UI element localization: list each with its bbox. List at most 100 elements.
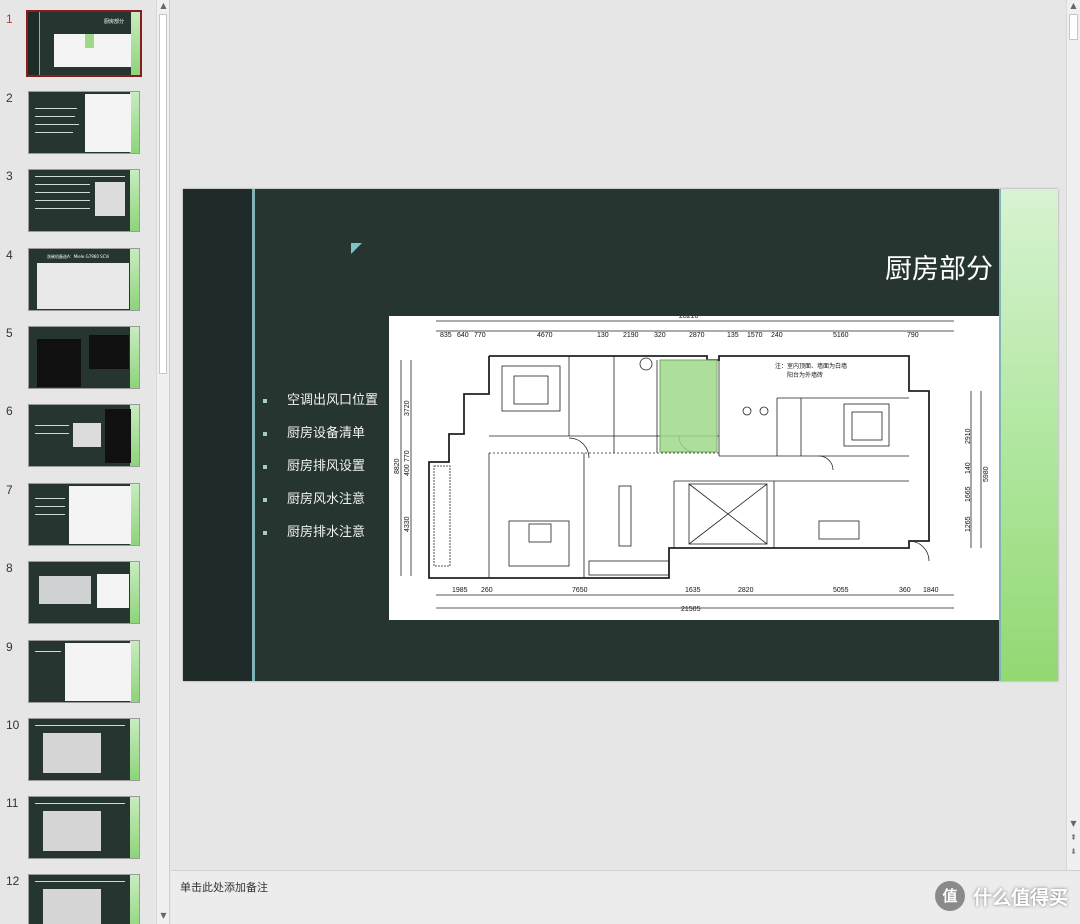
floor-plan-image[interactable]: 20210 835 640 770 4670 130 2190 320 2870… [389, 316, 999, 620]
slide-preview[interactable] [28, 796, 140, 859]
slide-preview[interactable] [28, 326, 140, 389]
bullet-item: 空调出风口位置 [261, 393, 378, 426]
slide-preview[interactable]: 洗碗机备选A：Miele G7960 SCVi [28, 248, 140, 311]
scrollbar-thumb[interactable] [1069, 14, 1078, 40]
current-slide[interactable]: 厨房部分 空调出风口位置 厨房设备清单 厨房排风设置 厨房风水注意 厨房排水注意 [183, 189, 1058, 681]
kitchen-highlight [659, 359, 718, 453]
dim-left-4: 4330 [404, 516, 411, 532]
next-slide-icon[interactable]: ⇟ [1067, 846, 1080, 858]
slide-preview[interactable] [28, 483, 140, 546]
slide-thumbnail-8[interactable]: 8 [0, 561, 155, 631]
dim-top-2: 640 [457, 332, 469, 339]
thumb-text-line [35, 725, 125, 726]
slide-number: 11 [6, 796, 19, 810]
thumb-text-line [35, 192, 90, 193]
thumb-image [95, 182, 125, 216]
thumb-text-line [35, 176, 125, 177]
dim-bottom-5: 2820 [738, 587, 754, 594]
previous-slide-icon[interactable]: ⇞ [1067, 832, 1080, 844]
thumb-green-band [130, 92, 139, 153]
slide-preview[interactable] [28, 718, 140, 781]
slide-preview[interactable] [28, 404, 140, 467]
slide-thumbnail-10[interactable]: 10 [0, 718, 155, 788]
thumb-image [73, 423, 101, 447]
thumb-text-line [35, 200, 90, 201]
presentation-app: 1 厨房部分 2 3 4 洗碗机备选A：Miele G7960 SCVi 5 6… [0, 0, 1080, 924]
dim-top-5: 130 [597, 332, 609, 339]
slide-thumbnail-11[interactable]: 11 [0, 796, 155, 866]
slide-thumbnail-5[interactable]: 5 [0, 326, 155, 396]
scroll-down-arrow-icon[interactable]: ▼ [157, 910, 169, 922]
thumb-plan-image [85, 94, 131, 152]
thumb-dark-image [105, 409, 131, 463]
plan-note-line: 注：室内顶面、墙面为白墙 [775, 363, 848, 370]
notes-placeholder[interactable]: 单击此处添加备注 [180, 879, 268, 895]
slide-scrollbar[interactable]: ▲ ▼ ⇞ ⇟ [1066, 0, 1080, 870]
slide-preview[interactable] [28, 561, 140, 624]
bullet-list[interactable]: 空调出风口位置 厨房设备清单 厨房排风设置 厨房风水注意 厨房排水注意 [261, 393, 378, 558]
slide-preview[interactable] [28, 874, 140, 924]
dim-right-4: 1265 [965, 516, 972, 532]
slide-thumbnail-2[interactable]: 2 [0, 91, 155, 161]
bullet-text: 厨房设备清单 [287, 426, 366, 441]
thumb-green-band [130, 170, 139, 231]
dim-top-11: 240 [771, 332, 783, 339]
scroll-up-arrow-icon[interactable]: ▲ [1067, 0, 1080, 12]
dim-top-total: 20210 [679, 316, 699, 320]
slide-number: 1 [6, 12, 13, 26]
slide-number: 7 [6, 483, 13, 497]
thumb-left-panel [28, 12, 40, 75]
bullet-icon [263, 531, 267, 535]
slide-thumbnail-9[interactable]: 9 [0, 640, 155, 710]
slide-thumbnail-7[interactable]: 7 [0, 483, 155, 553]
thumb-green-band [130, 327, 139, 388]
watermark-logo-icon: 值 [934, 881, 965, 911]
plan-note: 注：室内顶面、墙面为白墙 阳台为外墙砖 [775, 362, 847, 380]
dim-top-7: 320 [654, 332, 666, 339]
notes-pane[interactable]: 单击此处添加备注 值 什么值得买 [171, 870, 1080, 924]
slide-preview[interactable] [28, 640, 140, 703]
thumb-text-line [35, 651, 61, 652]
slide-preview[interactable] [28, 169, 140, 232]
bullet-item: 厨房风水注意 [261, 492, 378, 525]
thumb-title: 洗碗机备选A：Miele G7960 SCVi [47, 254, 110, 259]
slide-left-panel [183, 189, 252, 681]
thumb-kitchen-highlight [85, 34, 94, 48]
thumb-green-band [130, 562, 139, 623]
slide-number: 3 [6, 169, 13, 183]
slide-thumbnail-1[interactable]: 1 厨房部分 [0, 10, 155, 82]
dim-top-13: 790 [907, 332, 919, 339]
dim-right-3: 1665 [965, 486, 972, 502]
thumb-image [39, 576, 91, 604]
bullet-item: 厨房排水注意 [261, 525, 378, 558]
thumb-green-band [130, 719, 139, 780]
bullet-item: 厨房排风设置 [261, 459, 378, 492]
floor-plan-drawing [400, 320, 982, 609]
thumb-green-band [130, 405, 139, 466]
slide-thumbnail-4[interactable]: 4 洗碗机备选A：Miele G7960 SCVi [0, 248, 155, 318]
scroll-up-arrow-icon[interactable]: ▲ [157, 0, 169, 12]
thumb-image [97, 574, 129, 608]
plan-note-line: 阳台为外墙砖 [787, 372, 824, 379]
thumb-green-band [130, 875, 139, 924]
thumb-text-line [35, 433, 69, 434]
slide-accent-line [252, 189, 255, 681]
scrollbar-thumb[interactable] [159, 14, 167, 374]
scroll-down-arrow-icon[interactable]: ▼ [1067, 818, 1080, 830]
thumb-text-line [35, 514, 65, 515]
dim-right-2: 140 [965, 462, 972, 474]
thumbnail-scrollbar[interactable]: ▲ ▼ [156, 0, 169, 924]
slide-number: 9 [6, 640, 13, 654]
thumb-text-line [35, 498, 65, 499]
slide-thumbnail-6[interactable]: 6 [0, 404, 155, 474]
dim-bottom-8: 1840 [923, 587, 939, 594]
slide-thumbnail-pane[interactable]: 1 厨房部分 2 3 4 洗碗机备选A：Miele G7960 SCVi 5 6… [0, 0, 170, 924]
slide-number: 2 [6, 91, 13, 105]
slide-preview[interactable]: 厨房部分 [26, 10, 142, 77]
watermark-text: 什么值得买 [972, 886, 1068, 909]
slide-preview[interactable] [28, 91, 140, 154]
slide-thumbnail-12[interactable]: 12 [0, 874, 155, 924]
slide-thumbnail-3[interactable]: 3 [0, 169, 155, 239]
slide-title[interactable]: 厨房部分 [743, 247, 993, 286]
slide-number: 10 [6, 718, 20, 732]
